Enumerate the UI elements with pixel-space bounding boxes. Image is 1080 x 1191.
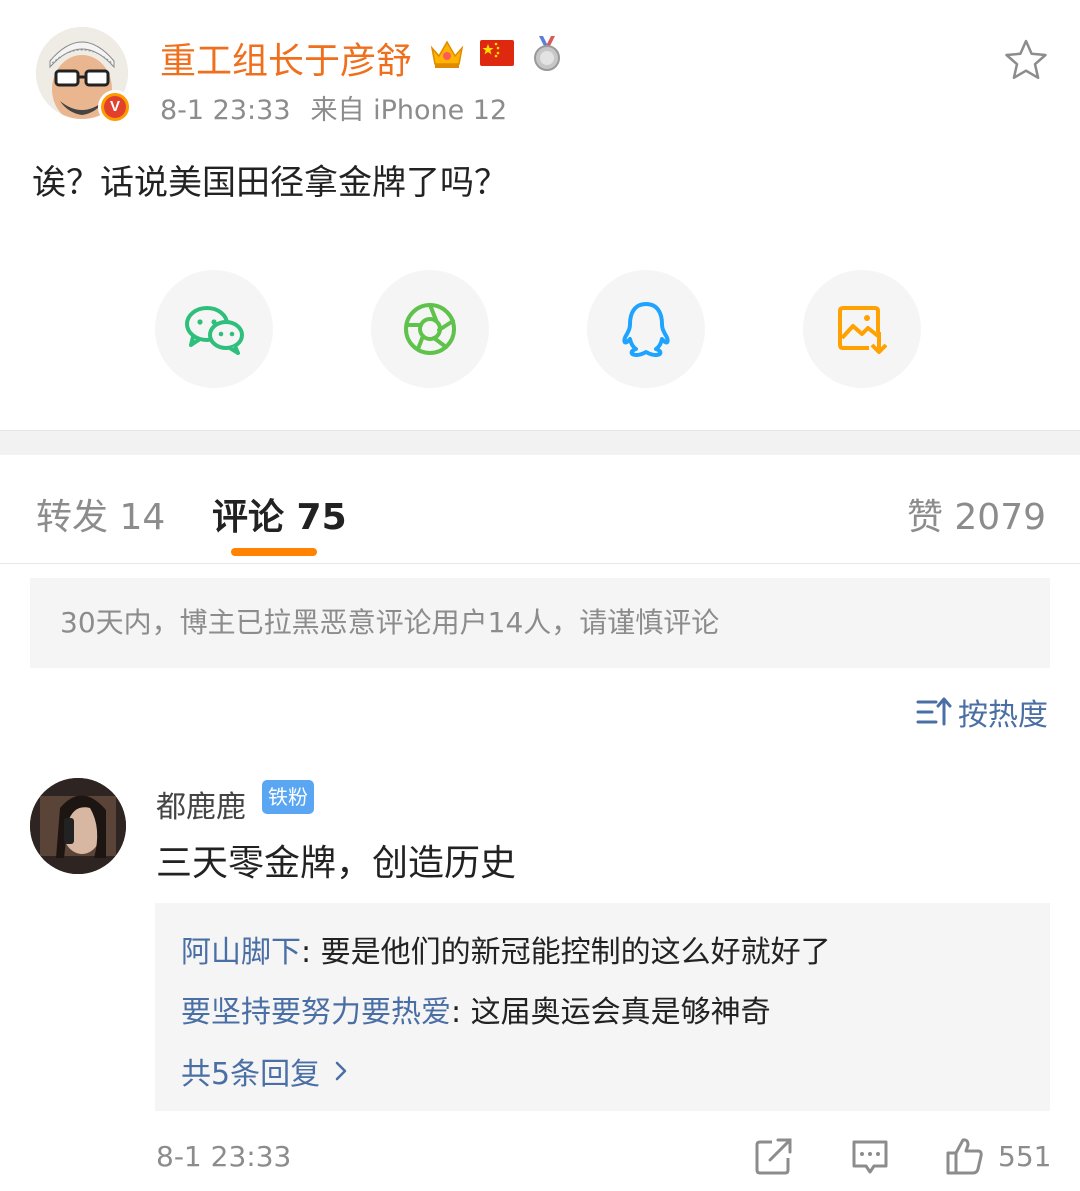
fan-badge: 铁粉 — [262, 780, 314, 814]
comment-icon[interactable] — [850, 1136, 890, 1176]
more-replies-label: 共5条回复 — [181, 1057, 321, 1092]
comment-time: 8-1 23:33 — [156, 1140, 292, 1173]
reply-user[interactable]: 要坚持要努力要热爱 — [181, 995, 451, 1030]
china-flag-icon[interactable] — [478, 34, 516, 72]
post-source: 来自 iPhone 12 — [310, 95, 508, 126]
reply-item[interactable]: 阿山脚下: 要是他们的新冠能控制的这么好就好了 — [181, 927, 831, 971]
share-icon[interactable] — [754, 1136, 794, 1176]
share-qq-button[interactable] — [587, 270, 705, 388]
silver-medal-icon[interactable] — [528, 34, 566, 72]
sort-button[interactable]: 按热度 — [916, 690, 1048, 734]
reply-preview-box[interactable]: 阿山脚下: 要是他们的新冠能控制的这么好就好了 要坚持要努力要热爱: 这届奥运会… — [155, 903, 1050, 1111]
tab-likes[interactable]: 赞 2079 — [907, 488, 1046, 540]
author-badges — [428, 34, 566, 72]
more-replies-link[interactable]: 共5条回复 — [181, 1049, 348, 1093]
chevron-right-icon — [335, 1061, 347, 1081]
sort-label: 按热度 — [958, 698, 1048, 733]
moments-icon — [404, 303, 456, 355]
reply-text: : 这届奥运会真是够神奇 — [451, 995, 771, 1030]
share-wechat-button[interactable] — [155, 270, 273, 388]
share-moments-button[interactable] — [371, 270, 489, 388]
section-divider — [0, 430, 1080, 455]
qq-icon — [622, 302, 670, 357]
post-meta: 8-1 23:33 来自 iPhone 12 — [160, 88, 507, 127]
tabs-divider — [0, 563, 1080, 564]
reply-text: : 要是他们的新冠能控制的这么好就好了 — [301, 935, 831, 970]
like-count: 551 — [998, 1140, 1052, 1173]
like-icon[interactable] — [944, 1136, 984, 1176]
sort-icon — [916, 697, 952, 726]
reply-item[interactable]: 要坚持要努力要热爱: 这届奥运会真是够神奇 — [181, 987, 771, 1031]
verified-icon: V — [98, 90, 132, 124]
author-name[interactable]: 重工组长于彦舒 — [160, 32, 412, 84]
active-tab-indicator — [231, 548, 317, 556]
comment-text: 三天零金牌，创造历史 — [156, 843, 517, 884]
crown-badge-icon[interactable] — [428, 34, 466, 72]
favorite-star-icon[interactable] — [1004, 38, 1048, 82]
post-text: 诶？话说美国田径拿金牌了吗？ — [32, 163, 508, 203]
commenter-name[interactable]: 都鹿鹿 — [156, 782, 246, 826]
reply-user[interactable]: 阿山脚下 — [181, 935, 301, 970]
comment-notice: 30天内，博主已拉黑恶意评论用户14人，请谨慎评论 — [30, 578, 1050, 668]
post-time: 8-1 23:33 — [160, 95, 291, 126]
save-image-icon — [838, 306, 888, 354]
wechat-icon — [185, 306, 244, 355]
share-save-image-button[interactable] — [803, 270, 921, 388]
tab-comments[interactable]: 评论 75 — [212, 488, 347, 540]
commenter-avatar[interactable] — [30, 778, 126, 874]
tab-reposts[interactable]: 转发 14 — [36, 488, 165, 540]
